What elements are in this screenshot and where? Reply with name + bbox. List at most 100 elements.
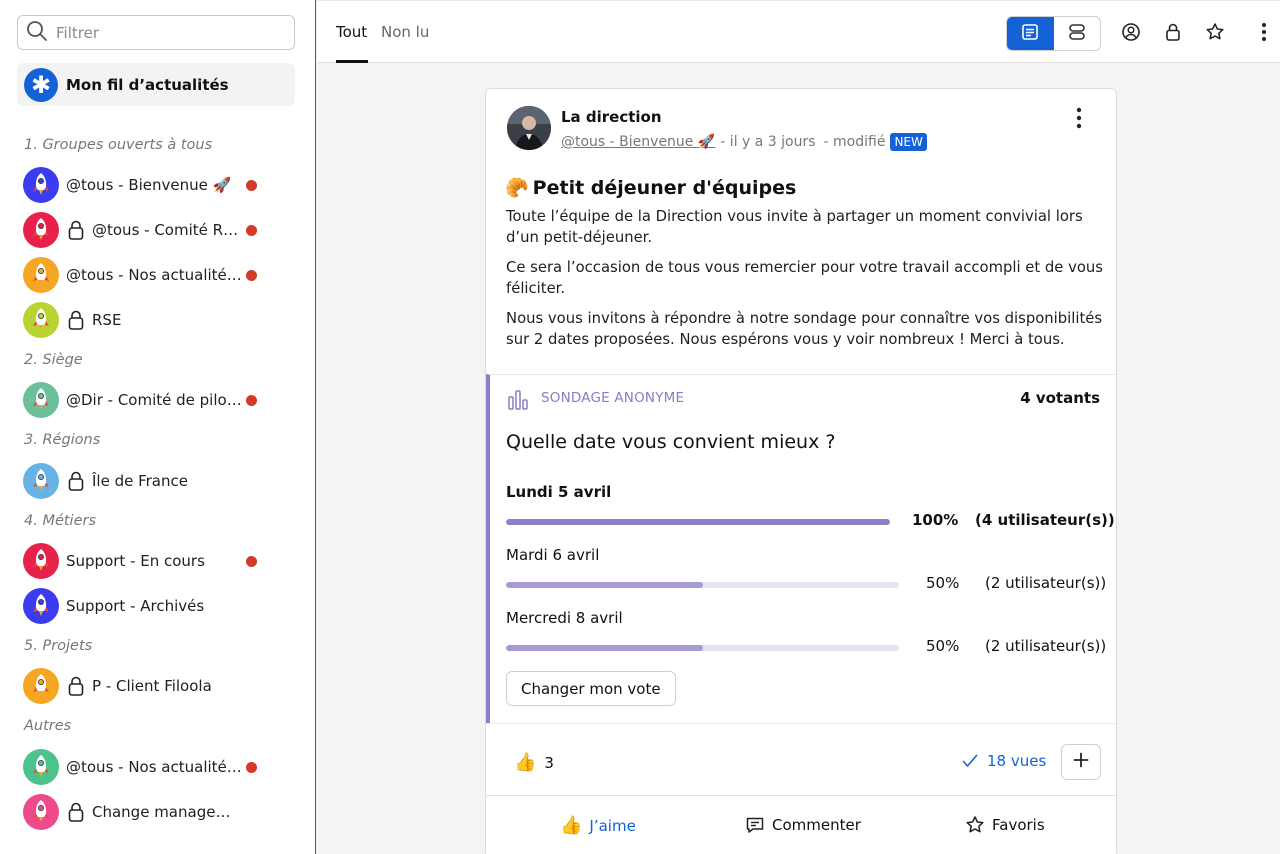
- card-view-button[interactable]: [1007, 17, 1054, 50]
- group-avatar-icon: [23, 302, 59, 338]
- modified-label: - modifié: [823, 134, 886, 150]
- lock-icon: [67, 219, 85, 241]
- group-avatar-icon: [23, 588, 59, 624]
- group-label: @tous - Nos actualités …: [66, 266, 244, 284]
- my-feed-link[interactable]: ✱ Mon fil d’actualités: [17, 63, 295, 106]
- search-input[interactable]: [56, 23, 276, 42]
- poll-option-label[interactable]: Lundi 5 avril: [506, 483, 611, 501]
- poll-option-bar-fill: [506, 582, 703, 588]
- active-tab-indicator: [336, 60, 368, 63]
- group-avatar-icon: [23, 167, 59, 203]
- lock-icon: [67, 470, 85, 492]
- tab-all[interactable]: Tout: [336, 23, 367, 41]
- group-avatar-icon: [23, 794, 59, 830]
- views-summary[interactable]: 18 vues: [962, 752, 1046, 770]
- sidebar-group-item[interactable]: Change management: [23, 794, 273, 830]
- post-paragraph: Nous vous invitons à répondre à notre so…: [506, 310, 1103, 348]
- poll-voters-count: 4 votants: [1020, 389, 1100, 407]
- poll-option-bar: [506, 645, 899, 651]
- search-box[interactable]: [17, 15, 295, 50]
- comment-label: Commenter: [772, 816, 861, 834]
- sidebar-group-item[interactable]: @tous - Comité RH…: [23, 212, 273, 248]
- feed-icon: ✱: [24, 67, 58, 102]
- sidebar-group-item[interactable]: Support - En cours: [23, 543, 273, 579]
- poll-question: Quelle date vous convient mieux ?: [506, 431, 836, 453]
- poll-option-percent: 50%: [926, 574, 960, 592]
- group-label: RSE: [92, 311, 122, 329]
- channel-link[interactable]: @tous - Bienvenue 🚀: [561, 134, 715, 150]
- sidebar-group-item[interactable]: Support - Archivés: [23, 588, 273, 624]
- group-label: P - Client Filoola: [92, 677, 212, 695]
- poll-option-percent: 100%: [912, 511, 959, 529]
- author-name[interactable]: La direction: [561, 108, 662, 126]
- card-view-icon: [1021, 23, 1039, 45]
- sidebar-group-item[interactable]: @Dir - Comité de pilot…: [23, 382, 273, 418]
- check-icon: [962, 754, 978, 768]
- post-more-options-icon[interactable]: [1076, 107, 1082, 133]
- group-label: @tous - Bienvenue 🚀: [66, 176, 232, 194]
- sidebar-group-item[interactable]: Île de France: [23, 463, 273, 499]
- sidebar-group-item[interactable]: @tous - Nos actualités …: [23, 749, 273, 785]
- group-avatar-icon: [23, 543, 59, 579]
- lock-icon: [67, 309, 85, 331]
- poll-chart-icon: [507, 389, 529, 415]
- group-avatar-icon: [23, 257, 59, 293]
- unread-dot: [246, 395, 257, 406]
- sidebar-group-item[interactable]: P - Client Filoola: [23, 668, 273, 704]
- section-title: 2. Siège: [24, 352, 83, 368]
- sidebar-group-item[interactable]: @tous - Nos actualités …: [23, 257, 273, 293]
- section-title: Autres: [24, 718, 72, 734]
- lock-icon[interactable]: [1162, 21, 1184, 43]
- lock-icon: [67, 675, 85, 697]
- section-title: 5. Projets: [24, 638, 93, 654]
- favorite-label: Favoris: [992, 816, 1045, 834]
- sidebar-group-item[interactable]: RSE: [23, 302, 273, 338]
- comment-icon: [745, 815, 765, 835]
- group-avatar-icon: [23, 382, 59, 418]
- poll-option-users: (2 utilisateur(s)): [985, 637, 1107, 655]
- search-icon: [26, 20, 48, 46]
- unread-dot: [246, 180, 257, 191]
- group-label: @Dir - Comité de pilot…: [66, 391, 244, 409]
- group-label: Support - Archivés: [66, 597, 205, 615]
- post-title: 🥐 Petit déjeuner d'équipes: [505, 176, 797, 200]
- more-options-icon[interactable]: [1253, 21, 1275, 43]
- top-bar: Tout Non lu: [317, 0, 1280, 63]
- comment-button[interactable]: Commenter: [745, 815, 861, 835]
- user-icon[interactable]: [1120, 21, 1142, 43]
- favorite-button[interactable]: Favoris: [965, 815, 1045, 835]
- post-actions: 👍 J’aime Commenter Favoris: [486, 795, 1116, 854]
- poll-option-label[interactable]: Mercredi 8 avril: [506, 609, 623, 627]
- list-view-button[interactable]: [1054, 17, 1101, 50]
- author-avatar[interactable]: [507, 106, 551, 150]
- views-count: 18 vues: [987, 752, 1047, 770]
- post-time: - il y a 3 jours: [720, 134, 816, 150]
- group-label: Île de France: [92, 472, 188, 490]
- section-title: 1. Groupes ouverts à tous: [24, 137, 213, 153]
- unread-dot: [246, 225, 257, 236]
- group-avatar-icon: [23, 463, 59, 499]
- post-card: La direction @tous - Bienvenue 🚀 - il y …: [485, 88, 1117, 854]
- likes-count: 3: [544, 753, 554, 772]
- plus-icon: [1073, 752, 1089, 772]
- change-vote-button[interactable]: Changer mon vote: [506, 671, 676, 706]
- tab-unread[interactable]: Non lu: [381, 23, 429, 41]
- group-label: Support - En cours: [66, 552, 205, 570]
- thumbs-up-icon: 👍: [560, 815, 583, 836]
- poll-option-bar-fill: [506, 645, 703, 651]
- add-reaction-button[interactable]: [1061, 744, 1101, 780]
- poll-option-users: (4 utilisateur(s)): [975, 511, 1115, 529]
- sidebar-group-item[interactable]: @tous - Bienvenue 🚀: [23, 167, 273, 203]
- like-button[interactable]: 👍 J’aime: [560, 815, 636, 836]
- likes-summary[interactable]: 👍 3: [514, 752, 554, 773]
- poll-option-label[interactable]: Mardi 6 avril: [506, 546, 599, 564]
- poll-type-label: SONDAGE ANONYME: [541, 390, 685, 406]
- view-toggle: [1006, 16, 1101, 51]
- post-title-text: Petit déjeuner d'équipes: [532, 176, 797, 199]
- croissant-icon: 🥐: [505, 177, 529, 199]
- poll-option-bar: [506, 582, 899, 588]
- section-title: 4. Métiers: [24, 513, 97, 529]
- star-icon[interactable]: [1204, 21, 1226, 43]
- group-label: Change management: [92, 803, 240, 821]
- post-stats: 👍 3 18 vues: [486, 723, 1116, 795]
